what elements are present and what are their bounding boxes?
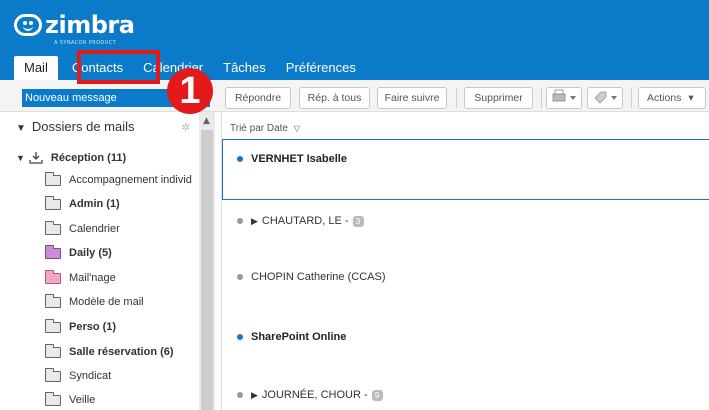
conversation-count-badge: 3: [352, 215, 364, 227]
folder-item[interactable]: Calendrier: [45, 219, 120, 239]
actions-dropdown-button[interactable]: Actions ▾: [638, 87, 706, 109]
folder-label: Réception (11): [50, 152, 127, 164]
message-sender: CHOPIN Catherine (CCAS): [251, 271, 386, 283]
message-row[interactable]: ▶ JOURNÉE, CHOUR - 9: [237, 387, 383, 403]
folder-item[interactable]: Admin (1): [45, 194, 120, 214]
folder-icon: [45, 293, 61, 308]
folder-label: Perso (1): [69, 321, 117, 333]
message-sender: VERNHET Isabelle: [251, 153, 347, 165]
reply-button[interactable]: Répondre: [225, 87, 291, 109]
sort-arrow-icon: ▽: [293, 124, 300, 133]
folder-item[interactable]: Salle réservation (6): [45, 342, 174, 362]
collapse-triangle-icon[interactable]: ▼: [16, 153, 25, 163]
read-dot-icon: [237, 274, 243, 280]
step-number-badge: 1: [167, 68, 213, 114]
folder-icon: [45, 220, 61, 235]
tab-preferences[interactable]: Préférences: [276, 56, 366, 80]
unread-dot-icon: [237, 156, 243, 162]
folder-icon: [45, 391, 61, 406]
forward-button[interactable]: Faire suivre: [377, 87, 447, 109]
folder-label: Syndicat: [69, 370, 112, 382]
logo-text: zimbra: [45, 11, 135, 39]
folder-item[interactable]: Modèle de mail: [45, 292, 144, 312]
folder-icon: [45, 244, 61, 259]
tag-dropdown-button[interactable]: [587, 87, 623, 109]
message-row[interactable]: ▶ CHAUTARD, LE - 3: [237, 213, 364, 229]
folder-inbox[interactable]: ▼ Réception (11): [16, 148, 126, 168]
folder-icon: [45, 171, 61, 186]
expand-triangle-icon[interactable]: ▶: [251, 390, 258, 401]
message-row[interactable]: SharePoint Online: [237, 329, 346, 345]
message-row[interactable]: CHOPIN Catherine (CCAS): [237, 269, 385, 285]
folder-icon: [45, 367, 61, 382]
folder-icon: [45, 318, 61, 333]
inbox-icon: [29, 152, 43, 164]
folder-icon: [45, 195, 61, 210]
expand-triangle-icon[interactable]: ▶: [251, 216, 258, 227]
logo-subtitle: A SYNACOR PRODUCT: [54, 40, 117, 46]
folders-header-label: Dossiers de mails: [31, 119, 135, 134]
folder-item[interactable]: Accompagnement individ: [45, 170, 192, 190]
reply-all-button[interactable]: Rép. à tous: [299, 87, 370, 109]
delete-button[interactable]: Supprimer: [464, 87, 533, 109]
folders-header[interactable]: ▼ Dossiers de mails: [16, 119, 135, 134]
folder-item[interactable]: Perso (1): [45, 317, 116, 337]
folder-label: Daily (5): [69, 247, 112, 259]
folder-sidebar: ▼ Dossiers de mails ✲ ▼ Réception (11) Ac…: [0, 112, 215, 410]
folder-item[interactable]: Veille: [45, 390, 95, 410]
read-dot-icon: [237, 218, 243, 224]
folder-label: Salle réservation (6): [69, 346, 174, 358]
folder-label: Calendrier: [69, 223, 120, 235]
tab-tasks[interactable]: Tâches: [213, 56, 276, 80]
tag-icon: [594, 91, 617, 104]
folder-item[interactable]: Mail'nage: [45, 268, 116, 288]
message-sender: JOURNÉE, CHOUR -: [261, 389, 368, 401]
folder-icon: [45, 343, 61, 358]
sort-label: Trié par Date: [230, 123, 288, 134]
gear-icon[interactable]: ✲: [181, 121, 190, 134]
toolbar-divider: [541, 88, 542, 108]
selected-message-row[interactable]: [222, 139, 709, 200]
printer-icon: [552, 89, 576, 102]
chevron-down-icon: ▾: [688, 92, 694, 104]
folder-icon: [45, 269, 61, 284]
conversation-count-badge: 9: [371, 389, 383, 401]
zimbra-logo-icon: [14, 14, 42, 36]
folder-label: Veille: [69, 394, 96, 406]
message-sender: CHAUTARD, LE -: [261, 215, 349, 227]
contacts-highlight-box: [77, 50, 160, 84]
tab-mail[interactable]: Mail: [14, 56, 58, 80]
scroll-up-arrow-icon[interactable]: ▲: [203, 116, 210, 126]
folder-label: Modèle de mail: [69, 296, 144, 308]
mail-toolbar: Nouveau message Répondre Rép. à tous Fai…: [0, 80, 709, 112]
message-row[interactable]: VERNHET Isabelle: [237, 151, 347, 167]
message-list: Trié par Date ▽ VERNHET Isabelle ▶ CHAUT…: [221, 112, 709, 410]
folder-label: Mail'nage: [69, 272, 116, 284]
unread-dot-icon: [237, 334, 243, 340]
folder-item[interactable]: Daily (5): [45, 243, 112, 263]
read-dot-icon: [237, 392, 243, 398]
message-sender: SharePoint Online: [251, 331, 347, 343]
actions-label: Actions: [647, 92, 682, 104]
zimbra-logo[interactable]: zimbra: [14, 10, 135, 40]
folder-item[interactable]: Syndicat: [45, 366, 111, 386]
toolbar-divider: [456, 88, 457, 108]
sort-control[interactable]: Trié par Date ▽: [230, 123, 300, 134]
folder-label: Admin (1): [69, 198, 120, 210]
collapse-triangle-icon[interactable]: ▼: [16, 123, 26, 134]
toolbar-divider: [631, 88, 632, 108]
sidebar-scrollbar-thumb[interactable]: [201, 130, 213, 410]
print-dropdown-button[interactable]: [546, 87, 582, 109]
folder-label: Accompagnement individ: [69, 174, 192, 186]
